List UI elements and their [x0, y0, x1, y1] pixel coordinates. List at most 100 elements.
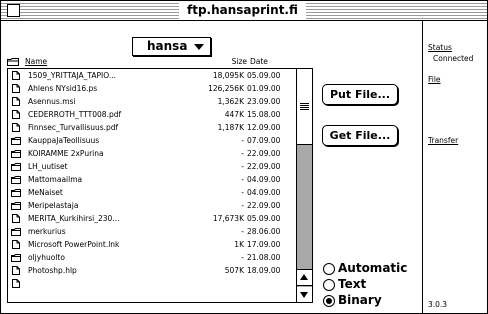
file-row[interactable]: Asennus.msi 1,362K 23.09.00: [8, 95, 296, 108]
file-name: oljyhuolto: [28, 253, 65, 262]
radio-button-binary[interactable]: [323, 295, 335, 307]
file-row[interactable]: merkurius -28.06.00: [8, 225, 296, 238]
transfer-label: Transfer: [428, 136, 459, 145]
file-row[interactable]: Mattomaailma -04.09.00: [8, 173, 296, 186]
file-row[interactable]: MeNaiset -04.09.00: [8, 186, 296, 199]
scroll-thumb[interactable]: [297, 69, 312, 145]
file-date: 04.09.00: [247, 188, 281, 197]
file-date: 04.09.00: [247, 175, 281, 184]
version-label: 3.0.3: [428, 300, 448, 309]
document-icon: [12, 123, 20, 132]
file-date: 05.09.00: [247, 214, 281, 223]
folder-icon: [11, 163, 21, 171]
file-date: 15.08.00: [247, 110, 281, 119]
chevron-down-icon: [194, 44, 204, 50]
file-row[interactable]: [8, 277, 296, 290]
file-name: LH_uutiset: [28, 162, 68, 171]
radio-label-text: Text: [338, 277, 367, 291]
file-row[interactable]: Photoshp.hlp 507K 18.09.00: [8, 264, 296, 277]
title-bar[interactable]: ftp.hansaprint.fi: [1, 1, 487, 21]
file-size: -: [241, 175, 244, 184]
folder-icon: [11, 228, 21, 236]
file-row[interactable]: Meripelastaja -22.09.00: [8, 199, 296, 212]
file-size: 1K: [234, 240, 244, 249]
file-size: -: [241, 149, 244, 158]
file-size: 507K: [224, 266, 244, 275]
folder-icon: [11, 254, 21, 262]
file-name: Finnsec_Turvallisuus.pdf: [28, 123, 119, 132]
file-name: merkurius: [28, 227, 66, 236]
file-browser-pane: hansa Name Size Date 1509_YRITTAJA_TAPIO…: [1, 21, 423, 313]
folder-icon: [11, 176, 21, 184]
folder-icon: [11, 189, 21, 197]
file-row[interactable]: MERITA_Kurkihirsi_230... 17,673K 05.09.00: [8, 212, 296, 225]
file-row[interactable]: Finnsec_Turvallisuus.pdf 1,187K 12.09.00: [8, 121, 296, 134]
file-row[interactable]: Ahlens NYsid16.ps 126,256K 01.09.00: [8, 82, 296, 95]
ftp-window: ftp.hansaprint.fi hansa Name Size Date 1…: [0, 0, 488, 314]
file-row[interactable]: 1509_YRITTAJA_TAPIO... 18,095K 05.09.00: [8, 69, 296, 82]
file-size: -: [241, 136, 244, 145]
file-row[interactable]: KauppaJaTeollisuus -07.09.00: [8, 134, 296, 147]
file-size: -: [241, 201, 244, 210]
column-name-header[interactable]: Name: [25, 56, 47, 68]
file-date: 05.09.00: [247, 71, 281, 80]
file-size: 17,673K: [212, 214, 244, 223]
file-name: 1509_YRITTAJA_TAPIO...: [28, 71, 116, 80]
file-date: 22.09.00: [247, 149, 281, 158]
file-label: File: [428, 75, 441, 84]
file-row[interactable]: CEDERROTH_TTT008.pdf 447K 15.08.00: [8, 108, 296, 121]
file-name: Photoshp.hlp: [28, 266, 77, 275]
column-size-header[interactable]: Size: [232, 56, 247, 68]
scroll-down-button[interactable]: [297, 287, 312, 302]
put-file-button[interactable]: Put File...: [322, 84, 398, 105]
file-name: KauppaJaTeollisuus: [28, 136, 100, 145]
radio-button-text[interactable]: [323, 279, 335, 291]
scrollbar[interactable]: [296, 68, 313, 303]
status-label: Status: [428, 43, 452, 52]
file-size: -: [241, 227, 244, 236]
file-name: Asennus.msi: [28, 97, 76, 106]
file-name: Mattomaailma: [28, 175, 83, 184]
file-row[interactable]: KOIRAMME 2xPurina -22.09.00: [8, 147, 296, 160]
file-row[interactable]: Microsoft PowerPoint.lnk 1K 17.09.00: [8, 238, 296, 251]
file-date: 07.09.00: [247, 136, 281, 145]
file-date: 18.09.00: [247, 266, 281, 275]
file-date: 28.06.00: [247, 227, 281, 236]
document-icon: [12, 97, 20, 106]
file-name: CEDERROTH_TTT008.pdf: [28, 110, 122, 119]
file-date: 12.09.00: [247, 123, 281, 132]
document-icon: [12, 214, 20, 223]
document-icon: [12, 71, 20, 80]
window-title: ftp.hansaprint.fi: [179, 1, 306, 20]
file-size: 1,187K: [217, 123, 244, 132]
document-icon: [12, 266, 20, 275]
radio-label-automatic: Automatic: [338, 261, 408, 275]
column-header: Name Size Date: [7, 56, 295, 68]
file-size: 126,256K: [208, 84, 244, 93]
file-list[interactable]: 1509_YRITTAJA_TAPIO... 18,095K 05.09.00 Ahl…: [7, 68, 297, 303]
file-row[interactable]: oljyhuolto -21.08.00: [8, 251, 296, 264]
file-size: 1,362K: [217, 97, 244, 106]
document-icon: [12, 279, 20, 288]
column-date-header[interactable]: Date: [250, 56, 268, 68]
file-size: 18,095K: [212, 71, 244, 80]
close-box[interactable]: [7, 4, 20, 17]
file-size: 447K: [224, 110, 244, 119]
arrow-up-icon: [300, 274, 308, 280]
file-name: Ahlens NYsid16.ps: [28, 84, 98, 93]
document-icon: [12, 84, 20, 93]
file-row[interactable]: LH_uutiset -22.09.00: [8, 160, 296, 173]
file-date: 23.09.00: [247, 97, 281, 106]
file-date: 22.09.00: [247, 162, 281, 171]
folder-icon: [11, 137, 21, 145]
file-name: KOIRAMME 2xPurina: [28, 149, 104, 158]
folder-popup[interactable]: hansa: [132, 37, 211, 56]
scroll-up-button[interactable]: [297, 269, 312, 286]
file-name: Microsoft PowerPoint.lnk: [28, 240, 120, 249]
get-file-button[interactable]: Get File...: [322, 125, 398, 146]
file-date: 17.09.00: [247, 240, 281, 249]
document-icon: [12, 110, 20, 119]
file-size: -: [241, 188, 244, 197]
radio-button-automatic[interactable]: [323, 263, 335, 275]
file-name: Meripelastaja: [28, 201, 79, 210]
